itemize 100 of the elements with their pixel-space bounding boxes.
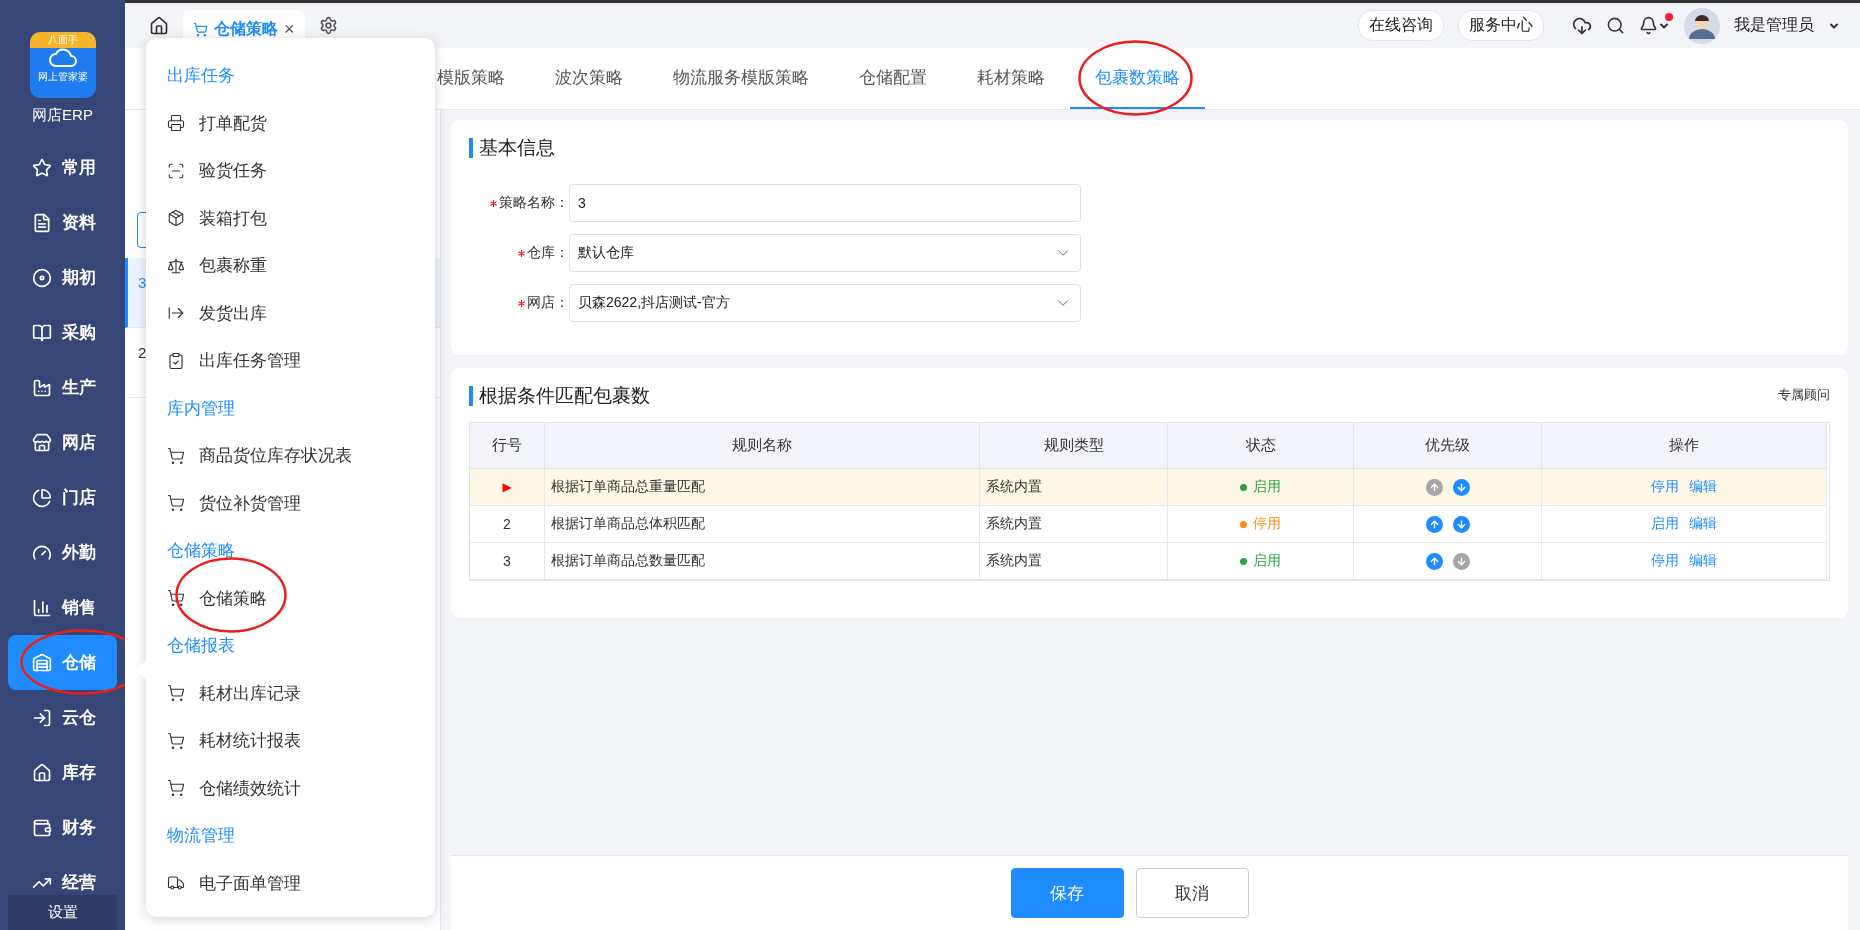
- table-cell: 根据订单商品总体积匹配: [545, 506, 980, 543]
- sidebar-item[interactable]: 云仓: [8, 690, 117, 745]
- move-down-button[interactable]: [1452, 515, 1470, 533]
- bars-icon: [32, 597, 52, 618]
- tab[interactable]: 仓储配置: [834, 47, 952, 109]
- input-field[interactable]: 3: [569, 184, 1081, 222]
- star-icon: [32, 157, 52, 178]
- cart-icon: [167, 779, 185, 798]
- cart-icon: [167, 684, 185, 703]
- menu-item[interactable]: 包裹称重: [167, 242, 435, 290]
- sidebar-item[interactable]: 销售: [8, 580, 117, 635]
- sidebar-item[interactable]: 库存: [8, 745, 117, 800]
- disc-icon: [32, 267, 52, 288]
- table-cell: 系统内置: [980, 469, 1168, 506]
- menu-item[interactable]: 验货任务: [167, 147, 435, 195]
- sidebar-item[interactable]: 网店: [8, 415, 117, 470]
- move-up-button[interactable]: [1425, 552, 1443, 570]
- menu-section-title: 仓储报表: [167, 635, 236, 658]
- tab[interactable]: 物流服务模版策略: [648, 47, 834, 109]
- column-header: 规则名称: [545, 423, 980, 469]
- table-cell: 系统内置: [980, 506, 1168, 543]
- select-field[interactable]: 默认仓库: [569, 234, 1081, 272]
- tab[interactable]: 波次策略: [530, 47, 648, 109]
- cancel-button[interactable]: 取消: [1135, 868, 1249, 918]
- advisor-link[interactable]: 专属顾问: [1778, 386, 1830, 404]
- logo-badge: 八面手: [29, 32, 96, 48]
- search-icon[interactable]: [1606, 16, 1625, 35]
- user-avatar[interactable]: [1684, 7, 1720, 44]
- field-label: 仓库：: [469, 244, 569, 262]
- menu-item[interactable]: 装箱打包: [167, 194, 435, 242]
- section-title: 基本信息: [469, 138, 555, 158]
- action-link[interactable]: 启用: [1651, 515, 1679, 533]
- sidebar-item[interactable]: 外勤: [8, 525, 117, 580]
- arrow-up-icon: [1428, 518, 1440, 530]
- truck-icon: [167, 874, 185, 893]
- print-icon: [167, 114, 185, 133]
- action-link[interactable]: 编辑: [1689, 552, 1717, 570]
- menu-item[interactable]: 仓储绩效统计: [167, 764, 435, 812]
- settings-link[interactable]: 设置: [8, 895, 117, 930]
- home-icon[interactable]: [149, 15, 169, 36]
- header-link[interactable]: 在线咨询: [1358, 10, 1444, 41]
- pack-icon: [167, 209, 185, 228]
- menu-item[interactable]: 电子面单管理: [167, 859, 435, 907]
- sidebar-item[interactable]: 期初: [8, 250, 117, 305]
- column-header: 规则类型: [980, 423, 1168, 469]
- sidebar-item[interactable]: 门店: [8, 470, 117, 525]
- tab[interactable]: 耗材策略: [952, 47, 1070, 109]
- field-label: 网店：: [469, 294, 569, 312]
- select-field[interactable]: 贝森2622,抖店测试-官方: [569, 284, 1081, 322]
- table-cell: 系统内置: [980, 543, 1168, 580]
- menu-item[interactable]: 商品货位库存状况表: [167, 432, 435, 480]
- move-down-button[interactable]: [1452, 478, 1470, 496]
- warehouse-icon: [32, 652, 52, 673]
- column-header: 优先级: [1354, 423, 1542, 469]
- header-link[interactable]: 服务中心: [1458, 10, 1544, 41]
- menu-item[interactable]: 耗材出库记录: [167, 669, 435, 717]
- column-header: 状态: [1168, 423, 1354, 469]
- menu-item[interactable]: 仓储策略: [167, 574, 435, 622]
- arrow-down-icon: [1455, 555, 1467, 567]
- sidebar-item[interactable]: 采购: [8, 305, 117, 360]
- field-label: 策略名称：: [469, 194, 569, 212]
- sidebar-item[interactable]: 生产: [8, 360, 117, 415]
- status-label: 停用: [1240, 515, 1281, 533]
- pie-icon: [32, 487, 52, 508]
- table-cell: 2: [470, 506, 545, 543]
- sidebar-item[interactable]: 资料: [8, 195, 117, 250]
- table-cell: 根据订单商品总数量匹配: [545, 543, 980, 580]
- menu-section-title: 仓储策略: [167, 540, 236, 563]
- download-icon[interactable]: [1572, 15, 1592, 36]
- table-cell: 根据订单商品总重量匹配: [545, 469, 980, 506]
- table-cell: ▶: [470, 469, 545, 506]
- factory-icon: [32, 377, 52, 398]
- user-name[interactable]: 我是管理员: [1734, 15, 1814, 36]
- menu-section-title: 出库任务: [167, 65, 236, 88]
- sidebar-item[interactable]: 经营: [8, 855, 117, 895]
- action-link[interactable]: 停用: [1651, 552, 1679, 570]
- house-icon: [32, 762, 52, 783]
- menu-item[interactable]: 发货出库: [167, 289, 435, 337]
- close-icon[interactable]: ×: [284, 19, 295, 40]
- action-link[interactable]: 编辑: [1689, 515, 1717, 533]
- cart-icon: [167, 731, 185, 750]
- app-name: 网店ERP: [32, 106, 93, 125]
- menu-item[interactable]: 货位补货管理: [167, 479, 435, 527]
- logo-caption: 网上管家婆: [37, 70, 88, 84]
- notification-button[interactable]: [1639, 16, 1670, 35]
- settings-icon[interactable]: [318, 16, 338, 35]
- menu-item[interactable]: 出库任务管理: [167, 337, 435, 385]
- inbox-icon: [32, 707, 52, 728]
- menu-section-title: 库内管理: [167, 397, 236, 420]
- sidebar-item[interactable]: 常用: [8, 140, 117, 195]
- sidebar-item[interactable]: 财务: [8, 800, 117, 855]
- menu-item[interactable]: 耗材统计报表: [167, 717, 435, 765]
- arrow-up-icon: [1428, 481, 1440, 493]
- menu-item[interactable]: 打单配货: [167, 99, 435, 147]
- cloud-icon: [47, 48, 78, 68]
- move-up-button[interactable]: [1425, 515, 1443, 533]
- doc-icon: [32, 212, 52, 233]
- arrow-down-icon: [1455, 518, 1467, 530]
- book-icon: [32, 322, 52, 343]
- scan-icon: [167, 161, 185, 180]
